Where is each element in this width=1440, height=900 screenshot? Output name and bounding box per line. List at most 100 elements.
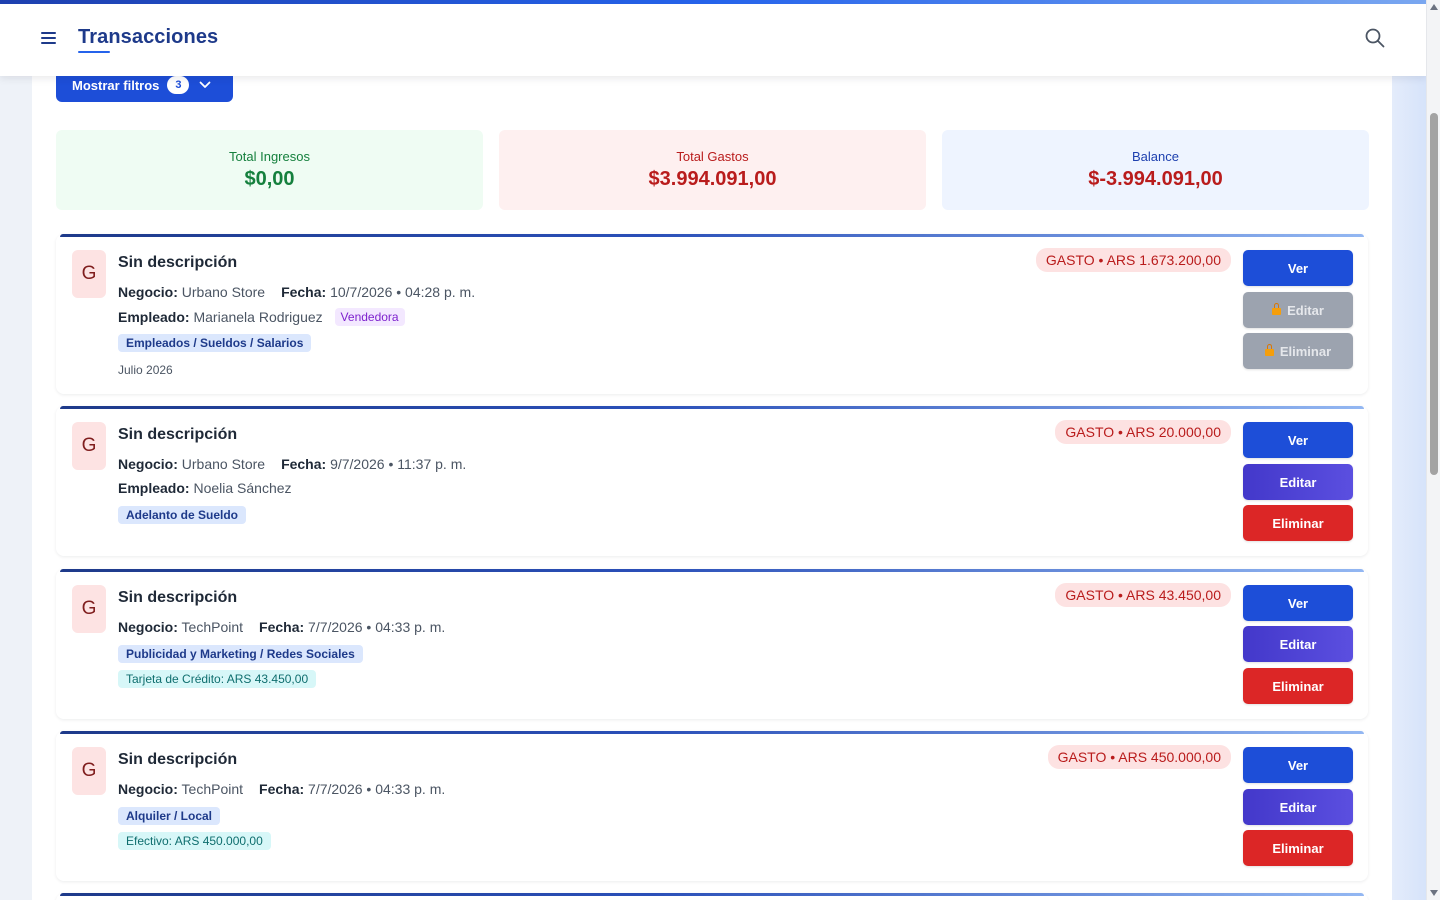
employee-line: Empleado: Noelia Sánchez [118,480,292,496]
employee-value: Noelia Sánchez [193,480,292,496]
category-tag: Alquiler / Local [118,807,221,825]
business-value: Urbano Store [181,284,266,300]
employee-label: Empleado: [118,309,190,325]
delete-button[interactable]: Eliminar [1243,830,1353,866]
date-value: 10/7/2026 • 04:28 p. m. [330,284,476,300]
date-value: 9/7/2026 • 11:37 p. m. [330,456,467,472]
balance-label: Balance [1132,149,1179,164]
transaction-card: G Sin descripción Negocio: Urbano Store F… [56,234,1368,394]
business-label: Negocio: [118,284,178,300]
payment-method-tag: Efectivo: ARS 450.000,00 [118,832,271,850]
balance-value: $-3.994.091,00 [1088,168,1223,190]
delete-label: Eliminar [1279,343,1332,359]
total-expense-card: Total Gastos $3.994.091,00 [499,130,926,210]
transaction-card [56,893,1368,900]
payment-method-tag: Tarjeta de Crédito: ARS 43.450,00 [118,670,317,688]
filters-count-badge: 3 [167,76,190,94]
transaction-description: Sin descripción [118,589,238,606]
balance-card: Balance $-3.994.091,00 [942,130,1369,210]
delete-button[interactable]: Eliminar [1243,668,1353,704]
view-button[interactable]: Ver [1243,585,1353,621]
edit-label: Editar [1279,799,1317,815]
view-label: Ver [1287,432,1309,448]
transaction-description: Sin descripción [118,426,238,443]
date-value: 7/7/2026 • 04:33 p. m. [308,619,446,635]
delete-button[interactable]: Eliminar [1243,505,1353,541]
category-tag: Publicidad y Marketing / Redes Sociales [118,645,363,663]
employee-value: Marianela Rodriguez [193,309,323,325]
role-tag: Vendedora [334,308,405,326]
edit-button-disabled: Editar [1243,292,1353,328]
lock-icon [1272,302,1282,315]
avatar: G [72,747,106,795]
amount-badge: GASTO • ARS 20.000,00 [1055,420,1231,444]
avatar: G [72,422,106,470]
title-underline [78,51,110,53]
transaction-description: Sin descripción [118,254,238,271]
business-label: Negocio: [118,781,178,797]
avatar: G [72,250,106,298]
scrollbar-thumb[interactable] [1430,113,1438,475]
edit-button[interactable]: Editar [1243,626,1353,662]
transaction-card: G Sin descripción Negocio: TechPoint Fech… [56,731,1368,881]
delete-label: Eliminar [1272,840,1324,856]
date-label: Fecha: [259,619,305,635]
date-label: Fecha: [281,284,327,300]
view-button[interactable]: Ver [1243,250,1353,286]
scroll-up-icon[interactable] [1430,4,1438,10]
hamburger-menu-icon[interactable] [41,32,56,45]
employee-line: Empleado: Marianela Rodriguez Vendedora [118,308,405,326]
total-income-value: $0,00 [244,168,295,190]
date-label: Fecha: [259,781,305,797]
view-label: Ver [1287,757,1309,773]
avatar: G [72,585,106,633]
view-button[interactable]: Ver [1243,422,1353,458]
category-tag: Adelanto de Sueldo [118,506,247,524]
category-tag: Empleados / Sueldos / Salarios [118,334,312,352]
period-label: Julio 2026 [118,363,173,377]
business-value: TechPoint [181,619,244,635]
business-date-line: Negocio: TechPoint Fecha: 7/7/2026 • 04:3… [118,781,445,797]
show-filters-label: Mostrar filtros [72,77,160,93]
edit-label: Editar [1279,474,1317,490]
page-title: Transacciones [78,26,219,48]
edit-button[interactable]: Editar [1243,464,1353,500]
total-expense-value: $3.994.091,00 [648,168,777,190]
lock-icon [1264,343,1274,356]
scroll-down-icon[interactable] [1430,890,1438,896]
business-value: Urbano Store [181,456,266,472]
top-accent-stripe [0,0,1426,4]
edit-label: Editar [1287,302,1324,318]
vertical-scrollbar[interactable] [1426,0,1440,900]
view-button[interactable]: Ver [1243,747,1353,783]
delete-label: Eliminar [1272,515,1324,531]
total-income-label: Total Ingresos [229,149,310,164]
date-value: 7/7/2026 • 04:33 p. m. [308,781,446,797]
top-header: Transacciones [0,4,1426,76]
transaction-description: Sin descripción [118,751,238,768]
edit-button[interactable]: Editar [1243,789,1353,825]
delete-label: Eliminar [1272,678,1324,694]
date-label: Fecha: [281,456,327,472]
employee-label: Empleado: [118,480,190,496]
amount-badge: GASTO • ARS 450.000,00 [1047,745,1231,769]
delete-button-disabled: Eliminar [1243,333,1353,369]
business-date-line: Negocio: TechPoint Fecha: 7/7/2026 • 04:3… [118,619,445,635]
amount-badge: GASTO • ARS 43.450,00 [1055,583,1231,607]
total-income-card: Total Ingresos $0,00 [56,130,483,210]
edit-label: Editar [1279,636,1317,652]
right-rail [1392,0,1426,900]
chevron-down-icon [200,81,211,88]
view-label: Ver [1287,260,1309,276]
view-label: Ver [1287,595,1309,611]
transaction-card: G Sin descripción Negocio: Urbano Store F… [56,406,1368,556]
business-label: Negocio: [118,456,178,472]
business-date-line: Negocio: Urbano Store Fecha: 10/7/2026 • … [118,284,475,300]
search-icon[interactable] [1364,27,1386,49]
business-date-line: Negocio: Urbano Store Fecha: 9/7/2026 • 1… [118,456,466,472]
business-label: Negocio: [118,619,178,635]
amount-badge: GASTO • ARS 1.673.200,00 [1035,248,1231,272]
business-value: TechPoint [181,781,244,797]
total-expense-label: Total Gastos [676,149,749,164]
transaction-card: G Sin descripción Negocio: TechPoint Fech… [56,569,1368,719]
